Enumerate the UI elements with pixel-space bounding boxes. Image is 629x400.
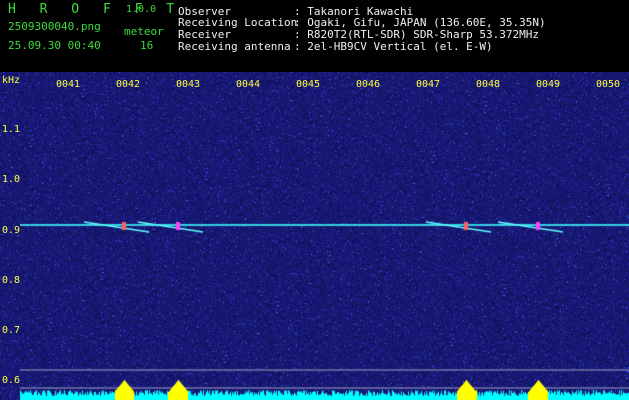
x-tick-label: 0049 bbox=[536, 79, 561, 90]
file-name: 2509300040.png bbox=[8, 20, 101, 33]
y-tick-label: 0.7 bbox=[2, 325, 21, 336]
x-tick-label: 0044 bbox=[236, 79, 261, 90]
antenna-value: : 2el-HB9CV Vertical (el. E-W) bbox=[294, 40, 493, 53]
file-datetime: 25.09.30 00:40 bbox=[8, 39, 101, 52]
app-version: 1.0.0 bbox=[126, 4, 157, 15]
x-tick-label: 0043 bbox=[176, 79, 201, 90]
x-tick-label: 0042 bbox=[116, 79, 141, 90]
x-tick-label: 0041 bbox=[56, 79, 81, 90]
y-tick-label: 0.9 bbox=[2, 225, 21, 236]
meteor-count: 16 bbox=[140, 39, 154, 52]
meteor-label: meteor bbox=[124, 25, 164, 38]
y-tick-label: 1.1 bbox=[2, 124, 21, 135]
x-tick-label: 0047 bbox=[416, 79, 441, 90]
header-panel: H R O F F T 1.0.0 2509300040.png 25.09.3… bbox=[0, 0, 629, 72]
x-tick-label: 0045 bbox=[296, 79, 321, 90]
y-axis-unit: kHz bbox=[2, 75, 21, 86]
x-tick-label: 0046 bbox=[356, 79, 381, 90]
y-tick-label: 0.6 bbox=[2, 375, 21, 386]
x-tick-label: 0048 bbox=[476, 79, 501, 90]
y-tick-label: 0.8 bbox=[2, 275, 21, 286]
y-tick-label: 1.0 bbox=[2, 174, 21, 185]
waterfall-spectrogram bbox=[0, 72, 629, 400]
x-tick-label: 0050 bbox=[596, 79, 621, 90]
antenna-label: Receiving antenna bbox=[178, 40, 291, 53]
